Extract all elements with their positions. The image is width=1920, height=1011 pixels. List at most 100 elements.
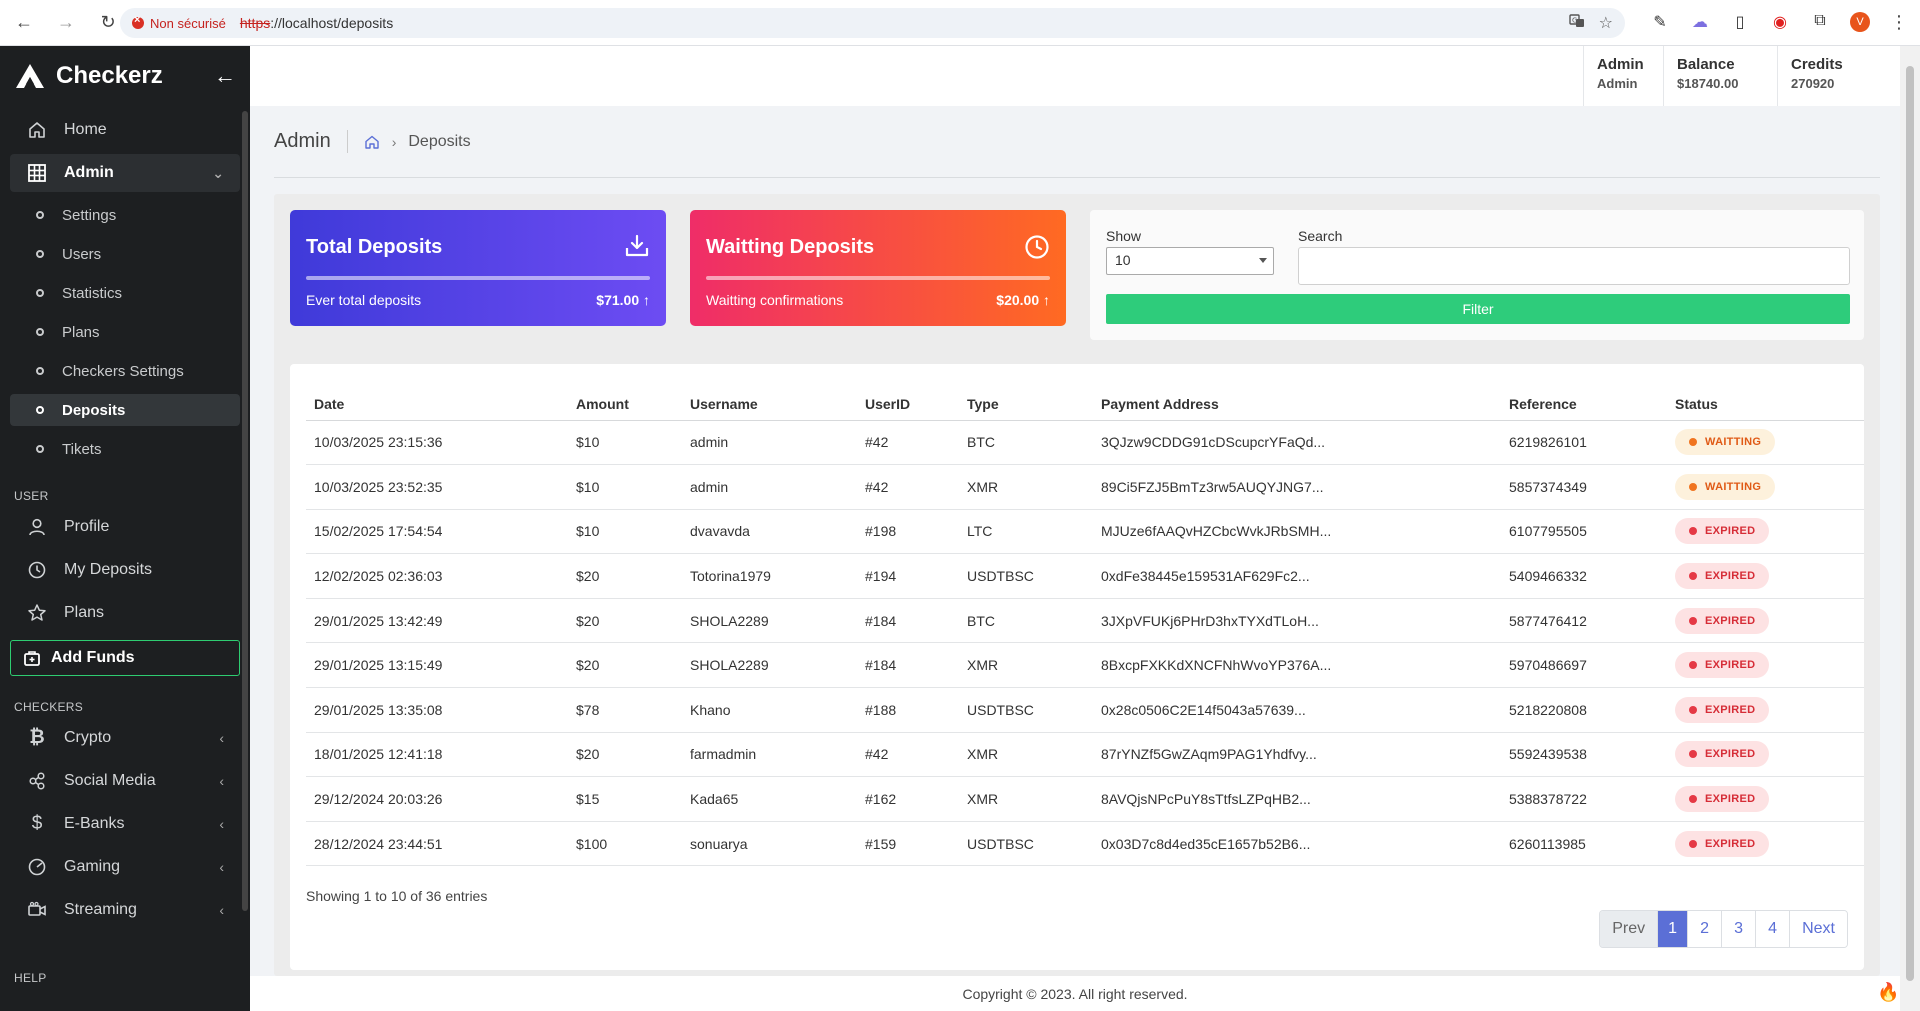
- sidebar-item-gaming[interactable]: Gaming ‹: [10, 848, 240, 886]
- translate-icon[interactable]: G: [1568, 13, 1585, 34]
- bullet-icon: [36, 406, 44, 414]
- filter-button[interactable]: Filter: [1106, 294, 1850, 324]
- extensions-puzzle-icon[interactable]: ⧉: [1810, 12, 1830, 33]
- deposits-table: Date Amount Username UserID Type Payment…: [306, 388, 1864, 867]
- status-badge: WAITTING: [1675, 429, 1776, 456]
- cell-date: 18/01/2025 12:41:18: [306, 732, 568, 778]
- sidebar-item-profile[interactable]: Profile: [10, 508, 240, 546]
- cell-date: 10/03/2025 23:15:36: [306, 420, 568, 466]
- sidebar-item-crypto[interactable]: ₿ Crypto ‹: [10, 719, 240, 757]
- search-input[interactable]: [1298, 247, 1850, 285]
- status-dot-icon: [1689, 795, 1697, 804]
- col-userid[interactable]: UserID: [857, 388, 959, 421]
- header-admin[interactable]: Admin Admin: [1583, 46, 1663, 106]
- col-amount[interactable]: Amount: [568, 388, 682, 421]
- prev-page-button[interactable]: Prev: [1600, 911, 1658, 947]
- page-button-3[interactable]: 3: [1721, 911, 1756, 947]
- sidebar-sub-plans[interactable]: Plans: [10, 316, 240, 348]
- sidebar-item-my-deposits[interactable]: My Deposits: [10, 551, 240, 589]
- sidebar-sub-checkers-settings[interactable]: Checkers Settings: [10, 355, 240, 387]
- home-icon: [26, 119, 48, 141]
- forward-icon[interactable]: →: [54, 11, 78, 35]
- scrollbar-thumb[interactable]: [1906, 66, 1914, 981]
- cell-status: EXPIRED: [1667, 821, 1864, 867]
- download-icon: [624, 234, 650, 263]
- cell-date: 29/01/2025 13:35:08: [306, 687, 568, 733]
- page-button-4[interactable]: 4: [1755, 911, 1790, 947]
- collapse-sidebar-icon[interactable]: ←: [214, 63, 236, 89]
- sidebar-sub-statistics[interactable]: Statistics: [10, 277, 240, 309]
- browser-menu-icon[interactable]: ⋮: [1890, 12, 1908, 33]
- flame-icon[interactable]: 🔥: [1877, 982, 1899, 1003]
- clock-icon: [1024, 234, 1050, 265]
- sidebar-item-social-media[interactable]: Social Media ‹: [10, 762, 240, 800]
- cell-amount: $20: [568, 598, 682, 644]
- sidebar-sub-settings[interactable]: Settings: [10, 199, 240, 231]
- cell-payment-address: 3QJzw9CDDG91cDScupcrYFaQd...: [1093, 420, 1501, 466]
- arrow-up-icon: ↑: [1043, 292, 1050, 308]
- dropdown-arrow-icon: [1259, 258, 1267, 263]
- status-dot-icon: [1689, 616, 1697, 625]
- sidebar-item-home[interactable]: Home: [10, 111, 240, 149]
- col-date[interactable]: Date: [306, 388, 568, 421]
- section-checkers: CHECKERS: [14, 700, 84, 714]
- add-funds-button[interactable]: Add Funds: [10, 640, 240, 676]
- url-scheme: https: [239, 15, 271, 31]
- col-type[interactable]: Type: [959, 388, 1093, 421]
- col-username[interactable]: Username: [682, 388, 857, 421]
- col-status[interactable]: Status: [1667, 388, 1864, 421]
- back-icon[interactable]: ←: [12, 11, 36, 35]
- table-header-row: Date Amount Username UserID Type Payment…: [306, 388, 1864, 421]
- cell-reference: 5218220808: [1501, 687, 1667, 733]
- opera-extension-icon[interactable]: ◉: [1770, 12, 1790, 33]
- address-bar[interactable]: Non sécurisé https ://localhost/deposits…: [120, 8, 1625, 38]
- sidebar-item-streaming[interactable]: Streaming ‹: [10, 891, 240, 929]
- cell-type: BTC: [959, 420, 1093, 466]
- sidebar-sub-users[interactable]: Users: [10, 238, 240, 270]
- cell-type: XMR: [959, 642, 1093, 689]
- table-row: 29/12/2024 20:03:26 $15 Kada65 #162 XMR 8AVQj…: [306, 776, 1864, 822]
- home-icon[interactable]: [364, 134, 380, 150]
- cell-type: XMR: [959, 776, 1093, 822]
- status-badge: EXPIRED: [1675, 786, 1770, 813]
- status-dot-icon: [1689, 527, 1697, 536]
- reload-icon[interactable]: ↻: [96, 11, 120, 35]
- breadcrumb: Admin › Deposits: [274, 130, 471, 153]
- sidebar-scrollbar[interactable]: [242, 111, 248, 911]
- page-scrollbar[interactable]: [1900, 46, 1920, 1011]
- pen-extension-icon[interactable]: ✎: [1650, 12, 1670, 33]
- profile-avatar[interactable]: V: [1850, 12, 1870, 32]
- status-badge: EXPIRED: [1675, 518, 1770, 545]
- table-row: 12/02/2025 02:36:03 $20 Totorina1979 #194 US…: [306, 553, 1864, 599]
- chevron-left-icon: ‹: [219, 816, 224, 832]
- page-button-2[interactable]: 2: [1687, 911, 1722, 947]
- cell-userid: #198: [857, 509, 959, 555]
- cell-date: 15/02/2025 17:54:54: [306, 509, 568, 555]
- sidebar-sub-tikets[interactable]: Tikets: [10, 433, 240, 465]
- cell-amount: $10: [568, 464, 682, 510]
- cell-username: sonuarya: [682, 821, 857, 867]
- document-extension-icon[interactable]: ▯: [1730, 12, 1750, 33]
- table-row: 18/01/2025 12:41:18 $20 farmadmin #42 XMR 87r…: [306, 732, 1864, 778]
- card-title: Total Deposits: [306, 236, 443, 258]
- page-button-1[interactable]: 1: [1657, 911, 1688, 947]
- sidebar-sub-deposits[interactable]: Deposits: [10, 394, 240, 426]
- next-page-button[interactable]: Next: [1789, 911, 1847, 947]
- sidebar-item-admin[interactable]: Admin ⌄: [10, 154, 240, 192]
- cell-reference: 5857374349: [1501, 464, 1667, 510]
- cell-username: Totorina1979: [682, 553, 857, 599]
- col-reference[interactable]: Reference: [1501, 388, 1667, 421]
- cell-status: WAITTING: [1667, 420, 1864, 466]
- security-indicator[interactable]: Non sécurisé: [132, 14, 226, 31]
- cell-date: 12/02/2025 02:36:03: [306, 553, 568, 599]
- status-badge: EXPIRED: [1675, 696, 1770, 723]
- bookmark-star-icon[interactable]: ☆: [1599, 13, 1613, 34]
- sidebar-item-plans[interactable]: Plans: [10, 594, 240, 632]
- chevron-down-icon: ⌄: [212, 164, 224, 181]
- sidebar-item-e-banks[interactable]: $ E-Banks ‹: [10, 805, 240, 843]
- cloud-extension-icon[interactable]: ☁: [1690, 12, 1710, 33]
- show-entries-select[interactable]: 10: [1106, 247, 1274, 275]
- cell-type: USDTBSC: [959, 553, 1093, 599]
- status-dot-icon: [1689, 750, 1697, 759]
- col-payment-address[interactable]: Payment Address: [1093, 388, 1501, 421]
